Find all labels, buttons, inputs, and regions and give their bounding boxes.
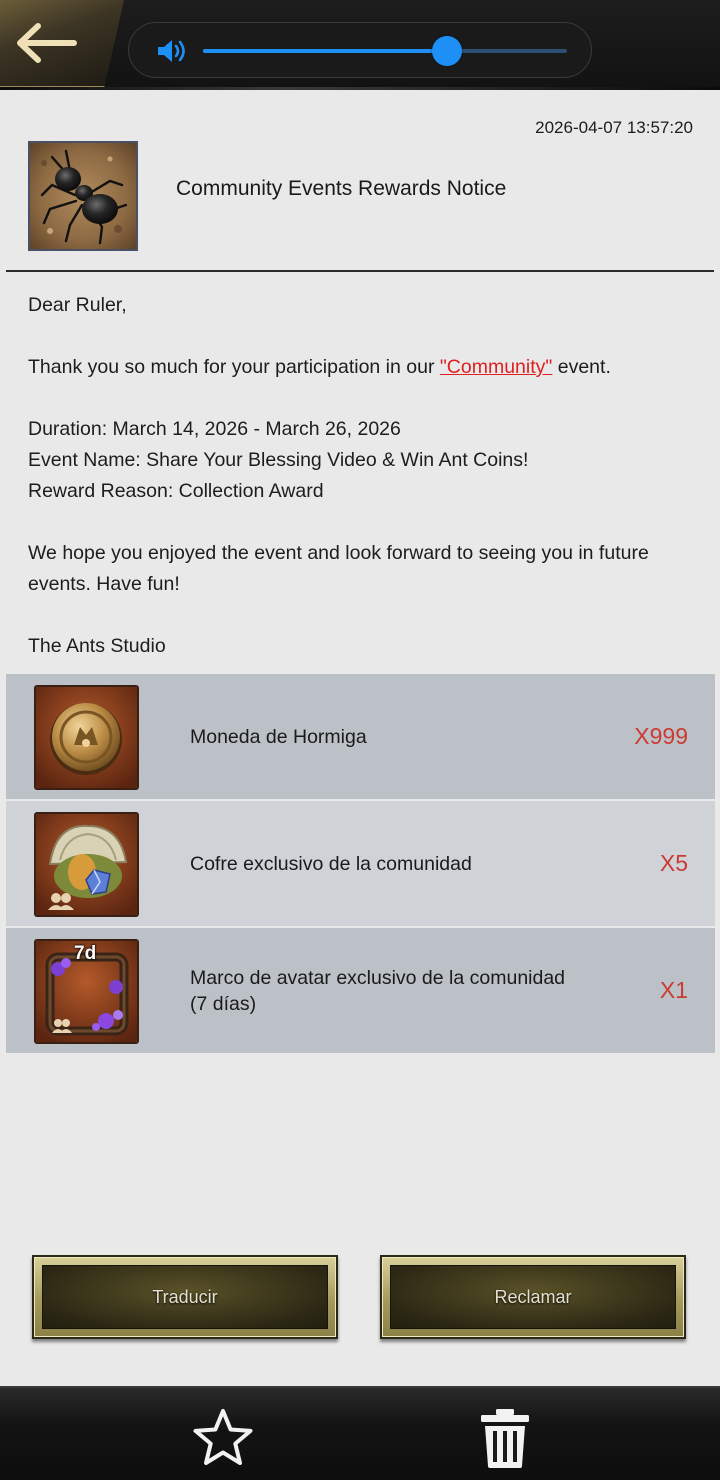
community-link[interactable]: "Community" <box>440 356 552 378</box>
sender-avatar <box>28 141 138 251</box>
reward-quantity: X1 <box>659 977 688 1003</box>
duration-badge: 7d <box>74 943 97 964</box>
claim-button[interactable]: Reclamar <box>380 1255 686 1339</box>
reward-name: Marco de avatar exclusivo de la comunida… <box>190 966 566 1015</box>
top-bar <box>0 0 720 90</box>
community-chest-icon <box>34 812 139 917</box>
bottom-bar <box>0 1386 720 1480</box>
reward-quantity: X999 <box>634 723 688 749</box>
mail-body: Dear Ruler, Thank you so much for your p… <box>28 290 688 662</box>
ant-avatar-image <box>30 143 136 249</box>
reward-reason-line: Reward Reason: Collection Award <box>28 480 324 502</box>
star-icon <box>193 1409 253 1465</box>
mail-title: Community Events Rewards Notice <box>176 177 507 200</box>
reward-row: 7d Marco de avatar exclusivo de la comun… <box>6 928 715 1053</box>
ant-coin-icon <box>34 685 139 790</box>
thanks-line: Thank you so much for your participation… <box>28 352 688 383</box>
thanks-text-end: event. <box>552 356 611 378</box>
claim-button-label: Reclamar <box>390 1265 676 1329</box>
delete-button[interactable] <box>476 1406 534 1470</box>
volume-slider[interactable] <box>203 36 567 66</box>
back-button[interactable] <box>0 0 124 88</box>
reward-quantity: X5 <box>659 850 688 876</box>
trash-icon <box>481 1409 529 1468</box>
mail-date: 2026-04-07 13:57:20 <box>535 118 693 137</box>
duration-line: Duration: March 14, 2026 - March 26, 202… <box>28 418 401 440</box>
volume-slider-thumb[interactable] <box>431 36 462 66</box>
event-name-line: Event Name: Share Your Blessing Video & … <box>28 449 529 471</box>
signature: The Ants Studio <box>28 635 166 657</box>
thanks-text: Thank you so much for your participation… <box>28 356 440 378</box>
translate-button[interactable]: Traducir <box>32 1255 338 1339</box>
greeting: Dear Ruler, <box>28 294 127 316</box>
volume-slider-fill <box>203 49 447 53</box>
header-divider <box>6 270 714 272</box>
arrow-left-icon <box>17 23 77 63</box>
favorite-button[interactable] <box>191 1406 255 1470</box>
closing-text: We hope you enjoyed the event and look f… <box>28 542 649 595</box>
reward-name: Cofre exclusivo de la comunidad <box>190 852 472 875</box>
avatar-frame-icon: 7d <box>34 939 139 1044</box>
translate-button-label: Traducir <box>42 1265 328 1329</box>
volume-panel <box>128 22 592 78</box>
reward-row: Moneda de Hormiga X999 <box>6 674 715 799</box>
reward-name: Moneda de Hormiga <box>190 725 367 748</box>
speaker-icon[interactable] <box>155 37 189 65</box>
reward-row: Cofre exclusivo de la comunidad X5 <box>6 801 715 926</box>
